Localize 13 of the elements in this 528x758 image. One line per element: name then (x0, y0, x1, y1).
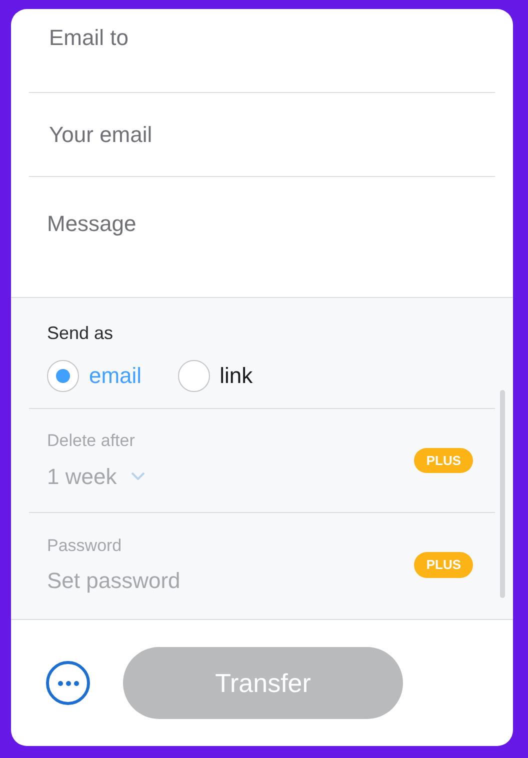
setting-label: Delete after (47, 430, 136, 452)
more-icon (58, 680, 78, 686)
more-options-button[interactable] (46, 661, 90, 705)
email-field[interactable]: Your email (29, 118, 495, 151)
plus-badge: PLUS (414, 552, 473, 578)
email-field[interactable]: Email to (29, 21, 495, 54)
radio-option[interactable]: email (47, 359, 142, 392)
send-as-label: Send as (47, 322, 114, 345)
setting-label: Password (47, 534, 123, 557)
plus-badge: PLUS (414, 448, 473, 474)
message-field[interactable]: Message (29, 177, 495, 297)
radio-option[interactable]: link (178, 359, 253, 392)
chevron-down-icon (130, 472, 145, 480)
